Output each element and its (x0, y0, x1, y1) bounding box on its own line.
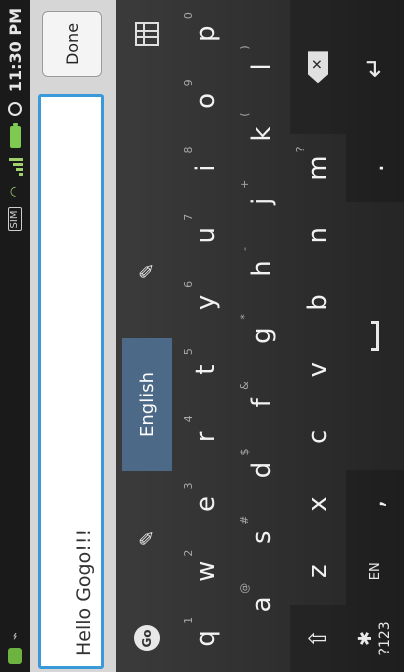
signal-strength-icon (7, 158, 23, 177)
key-z[interactable]: z (290, 538, 346, 605)
wifi-icon: ◠ (7, 186, 23, 198)
key-v[interactable]: v (290, 336, 346, 403)
symbols-label: ?123 (377, 621, 393, 656)
shift-arrow-icon: ⇧ (304, 628, 332, 649)
key-x[interactable]: x (290, 470, 346, 537)
language-selector[interactable]: English (116, 338, 178, 471)
settings-symbols-key[interactable]: ✱ ?123 (346, 604, 404, 672)
key-h[interactable]: h- (234, 235, 290, 302)
key-d[interactable]: d $ (234, 436, 290, 503)
key-g[interactable]: g * (234, 302, 290, 369)
key-l[interactable]: l) (234, 33, 290, 100)
key-s[interactable]: s # (234, 504, 290, 571)
keyboard-grid-icon (135, 22, 159, 46)
key-b[interactable]: b (290, 269, 346, 336)
key-row-3: ⇧ z x c v b n m? ✕ (290, 0, 346, 672)
key-p[interactable]: p0 (178, 0, 234, 67)
backspace-icon: ✕ (308, 51, 328, 83)
key-row-4: ✱ ?123 EN , . ↵ (346, 0, 404, 672)
key-t[interactable]: t5 (178, 336, 234, 403)
sim-icon: SIM (8, 207, 22, 232)
handwriting-key-2[interactable]: ✎ (116, 204, 178, 338)
comma-key[interactable]: , (346, 470, 404, 538)
usb-icon: ⌁ (7, 632, 23, 640)
key-c[interactable]: c (290, 403, 346, 470)
gear-icon: ✱ (355, 630, 376, 646)
key-row-1: q1 w2 e3 r4 t5 y6 u7 i8 o9 p0 (178, 0, 234, 672)
quill-icon: ✎ (135, 262, 159, 280)
space-bar-icon (371, 321, 379, 352)
key-a[interactable]: a @ (234, 571, 290, 638)
input-area: Hello Gogo!!! Done (30, 0, 116, 672)
language-pill: English (122, 338, 172, 471)
keyboard-layout-key[interactable] (116, 0, 178, 68)
key-y[interactable]: y6 (178, 269, 234, 336)
key-o[interactable]: o9 (178, 67, 234, 134)
phone-screen: ⌁ SIM ◠ 11:30 PM Hello Gogo!!! Done Go ✎ (0, 0, 404, 672)
shift-key[interactable]: ⇧ (290, 604, 346, 672)
key-u[interactable]: u7 (178, 202, 234, 269)
key-w[interactable]: w2 (178, 538, 234, 605)
text-input-value: Hello Gogo!!! (73, 528, 95, 656)
key-n[interactable]: n (290, 202, 346, 269)
period-key[interactable]: . (346, 134, 404, 202)
space-key[interactable] (346, 202, 404, 471)
notification-icon (8, 648, 22, 664)
key-row-2: a @ s # d $ f & g * h- j + k( l) (234, 0, 290, 672)
key-i[interactable]: i8 (178, 135, 234, 202)
key-m[interactable]: m? (290, 135, 346, 202)
status-clock: 11:30 PM (5, 8, 25, 93)
text-input-field[interactable]: Hello Gogo!!! (38, 94, 104, 669)
enter-key[interactable]: ↵ (346, 0, 404, 135)
alarm-icon (8, 102, 22, 117)
status-bar: ⌁ SIM ◠ 11:30 PM (0, 0, 30, 672)
backspace-key[interactable]: ✕ (290, 0, 346, 135)
done-button[interactable]: Done (42, 11, 102, 77)
handwriting-key[interactable]: ✎ (116, 471, 178, 605)
battery-icon (9, 126, 21, 149)
quill-icon: ✎ (135, 529, 159, 547)
key-f[interactable]: f & (234, 369, 290, 436)
key-k[interactable]: k( (234, 101, 290, 168)
soft-keyboard: Go ✎ English ✎ q1 w2 e3 r4 t5 y6 u7 i 8 … (116, 0, 404, 672)
keyboard-toolbar: Go ✎ English ✎ (116, 0, 178, 672)
enter-icon: ↵ (360, 56, 390, 79)
key-j[interactable]: j + (234, 168, 290, 235)
key-e[interactable]: e3 (178, 470, 234, 537)
key-q[interactable]: q1 (178, 605, 234, 672)
language-switch-key[interactable]: EN (346, 537, 404, 605)
key-r[interactable]: r4 (178, 403, 234, 470)
go-logo-key[interactable]: Go (116, 605, 178, 672)
go-keyboard-logo-icon: Go (134, 625, 160, 652)
